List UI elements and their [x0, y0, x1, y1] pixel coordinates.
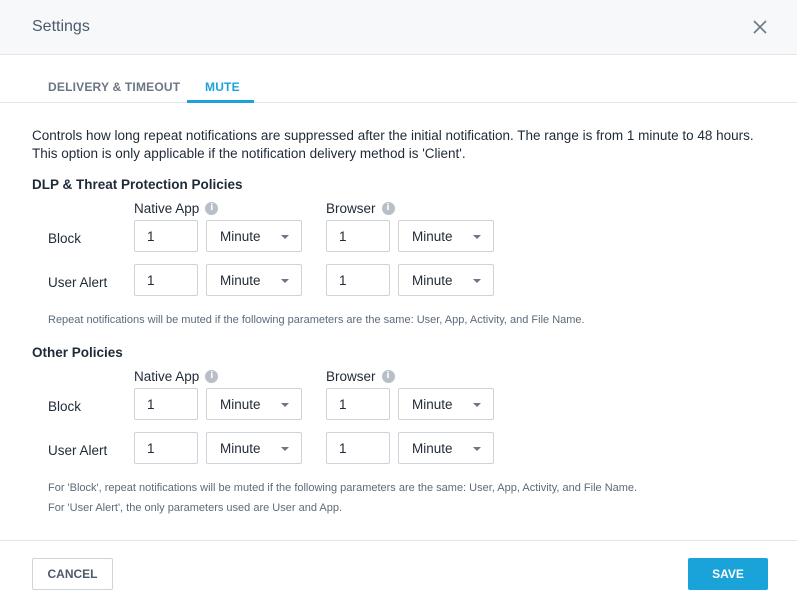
other-block-note: For 'Block', repeat notifications will b… [48, 482, 638, 494]
info-icon[interactable]: i [381, 202, 395, 215]
other-user-alert-browser-unit-select[interactable]: Minute [398, 432, 494, 464]
other-block-browser-value[interactable] [326, 388, 390, 420]
chevron-down-icon [473, 235, 481, 239]
info-icon[interactable]: i [205, 370, 219, 383]
dlp-user-alert-browser-unit-select[interactable]: Minute [398, 264, 494, 296]
column-label-text: Native App [134, 201, 200, 216]
cancel-button[interactable]: CANCEL [32, 558, 113, 590]
active-tab-indicator [187, 100, 254, 103]
column-label-native-app: Native App i [134, 201, 219, 216]
chevron-down-icon [281, 447, 289, 451]
other-user-alert-note: For 'User Alert', the only parameters us… [48, 502, 343, 514]
select-value: Minute [220, 229, 261, 244]
dialog-header: Settings [0, 0, 797, 55]
section-title-other: Other Policies [32, 345, 123, 360]
column-label-native-app: Native App i [134, 369, 219, 384]
other-user-alert-native-value[interactable] [134, 432, 198, 464]
column-label-browser: Browser i [326, 369, 395, 384]
row-label-user-alert: User Alert [48, 443, 108, 458]
other-block-browser-unit-select[interactable]: Minute [398, 388, 494, 420]
column-label-text: Native App [134, 369, 200, 384]
column-label-text: Browser [326, 201, 376, 216]
settings-dialog: Settings DELIVERY & TIMEOUT MUTE Control… [0, 0, 797, 605]
chevron-down-icon [281, 235, 289, 239]
chevron-down-icon [473, 447, 481, 451]
dlp-block-browser-value[interactable] [326, 220, 390, 252]
dlp-block-browser-unit-select[interactable]: Minute [398, 220, 494, 252]
chevron-down-icon [281, 403, 289, 407]
chevron-down-icon [473, 403, 481, 407]
select-value: Minute [412, 273, 453, 288]
row-label-block: Block [48, 231, 82, 246]
save-button[interactable]: SAVE [688, 558, 768, 590]
other-user-alert-browser-value[interactable] [326, 432, 390, 464]
chevron-down-icon [473, 279, 481, 283]
select-value: Minute [412, 441, 453, 456]
close-button[interactable] [749, 16, 771, 38]
row-label-block: Block [48, 399, 82, 414]
tab-bar: DELIVERY & TIMEOUT MUTE [0, 56, 797, 103]
tab-delivery-timeout[interactable]: DELIVERY & TIMEOUT [48, 80, 180, 94]
section-title-dlp: DLP & Threat Protection Policies [32, 177, 243, 192]
info-icon[interactable]: i [381, 370, 395, 383]
select-value: Minute [220, 273, 261, 288]
row-label-user-alert: User Alert [48, 275, 108, 290]
chevron-down-icon [281, 279, 289, 283]
dlp-user-alert-browser-value[interactable] [326, 264, 390, 296]
dlp-user-alert-native-value[interactable] [134, 264, 198, 296]
select-value: Minute [412, 229, 453, 244]
dlp-block-native-value[interactable] [134, 220, 198, 252]
other-block-native-value[interactable] [134, 388, 198, 420]
dialog-title: Settings [32, 18, 90, 35]
column-label-text: Browser [326, 369, 376, 384]
other-block-native-unit-select[interactable]: Minute [206, 388, 302, 420]
tab-mute[interactable]: MUTE [205, 80, 240, 94]
select-value: Minute [220, 397, 261, 412]
select-value: Minute [220, 441, 261, 456]
dlp-user-alert-native-unit-select[interactable]: Minute [206, 264, 302, 296]
close-icon[interactable] [749, 16, 771, 38]
dlp-mute-note: Repeat notifications will be muted if th… [48, 314, 585, 326]
column-label-browser: Browser i [326, 201, 395, 216]
mute-description: Controls how long repeat notifications a… [32, 128, 754, 161]
dialog-footer: CANCEL SAVE [0, 540, 797, 605]
other-user-alert-native-unit-select[interactable]: Minute [206, 432, 302, 464]
dlp-block-native-unit-select[interactable]: Minute [206, 220, 302, 252]
info-icon[interactable]: i [205, 202, 219, 215]
select-value: Minute [412, 397, 453, 412]
